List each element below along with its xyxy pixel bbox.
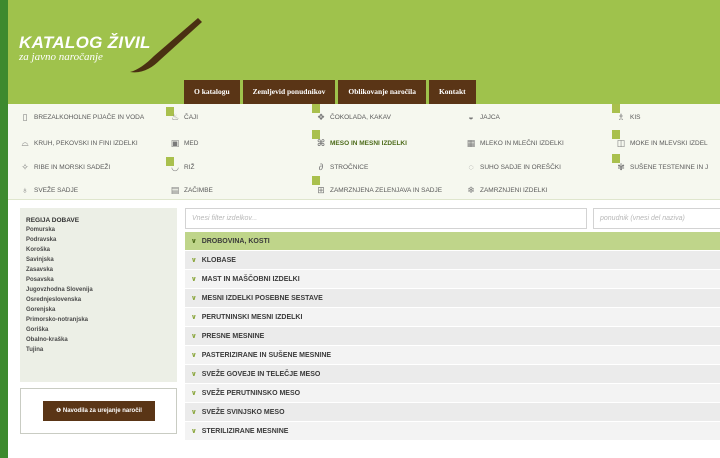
category-riz[interactable]: ◡ Riž — [170, 162, 194, 173]
region-item[interactable]: Podravska — [26, 237, 56, 243]
list-item[interactable]: ∨ Sveže goveje in telečje meso — [185, 365, 720, 384]
region-item[interactable]: Gorenjska — [26, 307, 55, 313]
chevron-down-icon: ∨ — [191, 390, 197, 397]
category-sveze-sadje[interactable]: ♁ Sveže sadje — [20, 185, 78, 195]
category-kruh[interactable]: ⌓ Kruh, pekovski in fini izdelki — [20, 138, 137, 149]
egg-icon: ◒ — [468, 112, 474, 122]
category-mleko[interactable]: ▦ Mleko in mlečni izdelki — [466, 138, 564, 149]
vinegar-icon: ♗ — [616, 112, 626, 122]
chevron-down-icon: ∨ — [191, 409, 197, 416]
region-sidebar: REGIJA DOBAVE Pomurska Podravska Koroška… — [20, 208, 177, 382]
logo-subtitle: za javno naročanje — [19, 51, 103, 63]
nav-item-o-katalogu[interactable]: O katalogu — [184, 80, 240, 104]
info-icon: ❶ — [56, 408, 63, 414]
honey-icon: ▣ — [170, 138, 180, 148]
supplier-filter-input[interactable]: ponudnik (vnesi del naziva) — [593, 208, 720, 229]
frozen-veg-icon: ⊞ — [317, 185, 325, 195]
region-item[interactable]: Goriška — [26, 327, 48, 333]
bottle-icon: ▯ — [22, 112, 28, 122]
category-zamrznjeni-izdelki[interactable]: ❄ Zamrznjeni izdelki — [466, 185, 547, 196]
region-title: REGIJA DOBAVE — [26, 217, 80, 224]
fish-icon: ✧ — [21, 162, 29, 172]
product-filter-input[interactable]: Vnesi filter izdelkov... — [185, 208, 587, 229]
list-item[interactable]: ∨ Pasterizirane in sušene mesnine — [185, 346, 720, 365]
region-item[interactable]: Obalno-kraška — [26, 337, 68, 343]
legume-icon: ∂ — [318, 162, 324, 172]
region-item[interactable]: Savinjska — [26, 257, 54, 263]
category-zacimbe[interactable]: ▤ Začimbe — [170, 185, 213, 196]
region-item[interactable]: Osrednjeslovenska — [26, 297, 81, 303]
category-med[interactable]: ▣ Med — [170, 138, 199, 149]
chevron-down-icon: ∨ — [191, 371, 197, 378]
category-cokolada[interactable]: ❖ Čokolada, kakav — [316, 112, 391, 123]
list-item[interactable]: ∨ Presne mesnine — [185, 327, 720, 346]
chevron-down-icon: ∨ — [191, 314, 197, 321]
chevron-down-icon: ∨ — [191, 276, 197, 283]
region-item[interactable]: Primorsko-notranjska — [26, 317, 88, 323]
region-item[interactable]: Jugovzhodna Slovenija — [26, 287, 93, 293]
category-moke[interactable]: ◫ Moke in mlevski izdel — [616, 138, 708, 149]
nut-icon: ◌ — [468, 162, 474, 172]
header: KATALOG ŽIVIL za javno naročanje O katal… — [8, 0, 720, 104]
chevron-down-icon: ∨ — [191, 238, 197, 245]
nav-item-zemljevid[interactable]: Zemljevid ponudnikov — [242, 80, 336, 104]
nav-item-oblikovanje[interactable]: Oblikovanje naročila — [338, 80, 426, 104]
category-meso[interactable]: ⌘ Meso in mesni izdelki — [316, 138, 407, 149]
region-item[interactable]: Posavska — [26, 277, 54, 283]
chevron-down-icon: ∨ — [191, 352, 197, 359]
fruit-icon: ♁ — [21, 185, 29, 195]
chevron-down-icon: ∨ — [191, 257, 197, 264]
list-item[interactable]: ∨ Mesni izdelki posebne sestave — [185, 289, 720, 308]
region-item[interactable]: Koroška — [26, 247, 50, 253]
region-item[interactable]: Pomurska — [26, 227, 55, 233]
list-item[interactable]: ∨ Perutninski mesni izdelki — [185, 308, 720, 327]
flour-icon: ◫ — [616, 138, 626, 148]
category-zamrznjena-zelenjava[interactable]: ⊞ Zamrznjena zelenjava in sadje — [316, 185, 442, 196]
list-item[interactable]: ∨ Klobase — [185, 251, 720, 270]
tea-icon: ♨ — [170, 112, 180, 122]
category-brezalkoholne[interactable]: ▯ Brezalkoholne pijače in voda — [20, 112, 145, 123]
category-ribe[interactable]: ✧ Ribe in morski sadeži — [20, 162, 110, 173]
snowflake-icon: ❄ — [467, 185, 475, 195]
list-item[interactable]: ∨ Sveže svinjsko meso — [185, 403, 720, 422]
rice-icon: ◡ — [171, 162, 179, 172]
nav-item-kontakt[interactable]: Kontakt — [428, 80, 476, 104]
guide-box: ❶ Navodila za urejanje naročil — [20, 388, 177, 434]
milk-icon: ▦ — [466, 138, 476, 148]
spice-icon: ▤ — [170, 185, 180, 195]
bread-icon: ⌓ — [21, 138, 29, 148]
list-item[interactable]: ∨ Sterilizirane mesnine — [185, 422, 720, 441]
list-item[interactable]: ∨ Sveže perutninsko meso — [185, 384, 720, 403]
category-badge — [312, 176, 320, 185]
category-testenine[interactable]: ✾ Sušene testenine in j — [616, 162, 708, 173]
chevron-down-icon: ∨ — [191, 295, 197, 302]
category-grid: ▯ Brezalkoholne pijače in voda ⌓ Kruh, pek… — [8, 104, 720, 200]
guide-button[interactable]: ❶ Navodila za urejanje naročil — [43, 401, 155, 421]
list-item[interactable]: ∨ Drobovina, kosti — [185, 232, 720, 251]
category-jajca[interactable]: ◒ Jajca — [466, 112, 500, 122]
chocolate-icon: ❖ — [316, 112, 326, 122]
pasta-icon: ✾ — [617, 162, 625, 172]
region-item[interactable]: Tujina — [26, 347, 43, 353]
category-strocnice[interactable]: ∂ Stročnice — [316, 162, 369, 172]
meat-icon: ⌘ — [316, 138, 326, 148]
subcategory-list: ∨ Drobovina, kosti ∨ Klobase ∨ Mast in mašč… — [185, 232, 720, 441]
chevron-down-icon: ∨ — [191, 428, 197, 435]
category-caji[interactable]: ♨ Čaji — [170, 112, 198, 123]
main-nav: O katalogu Zemljevid ponudnikov Oblikova… — [184, 80, 476, 104]
chevron-down-icon: ∨ — [191, 333, 197, 340]
list-item[interactable]: ∨ Mast in maščobni izdelki — [185, 270, 720, 289]
category-kis[interactable]: ♗ Kis — [616, 112, 641, 123]
category-suho-sadje[interactable]: ◌ Suho sadje in oreščki — [466, 162, 561, 172]
spoon-logo-icon — [130, 18, 202, 73]
app-frame: KATALOG ŽIVIL za javno naročanje O katal… — [8, 0, 720, 458]
region-item[interactable]: Zasavska — [26, 267, 53, 273]
